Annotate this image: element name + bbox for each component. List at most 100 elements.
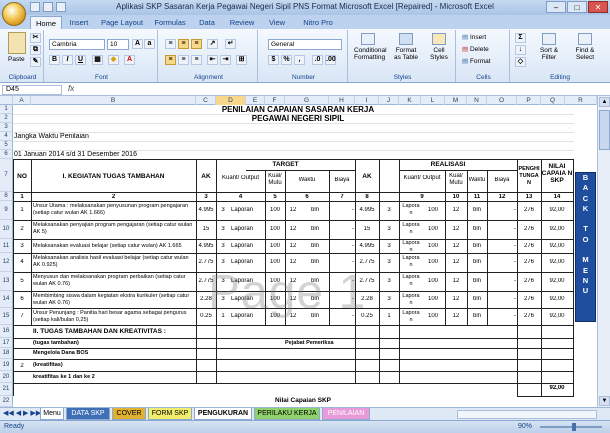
row-header[interactable]: 14 <box>0 291 13 308</box>
align-right-icon[interactable]: ≡ <box>191 55 202 65</box>
name-box[interactable]: D45 <box>2 85 62 95</box>
align-middle-icon[interactable]: ≡ <box>178 39 189 49</box>
orientation-icon[interactable]: ↗ <box>207 39 218 49</box>
column-header[interactable]: A <box>13 96 31 105</box>
zoom-slider-thumb[interactable] <box>572 423 576 431</box>
row-header[interactable]: 15 <box>0 308 13 325</box>
borders-icon[interactable]: ▦ <box>92 55 103 65</box>
row-header[interactable]: 8 <box>0 192 13 201</box>
row-header[interactable]: 12 <box>0 253 13 272</box>
delete-cells-button[interactable]: ▤ Delete <box>462 45 489 53</box>
row-header[interactable]: 18 <box>0 348 13 359</box>
fx-icon[interactable]: fx <box>68 84 74 93</box>
tab-insert[interactable]: Insert <box>64 16 94 29</box>
sheet-tab-form-skp[interactable]: FORM SKP <box>148 408 192 420</box>
column-header[interactable]: N <box>467 96 487 105</box>
increase-decimal-icon[interactable]: .0 <box>312 55 323 65</box>
row-header[interactable]: 11 <box>0 239 13 253</box>
column-header[interactable]: D <box>216 96 246 105</box>
number-format-select[interactable]: General <box>268 39 342 50</box>
percent-icon[interactable]: % <box>281 55 292 65</box>
align-center-icon[interactable]: ≡ <box>178 55 189 65</box>
row-header[interactable]: 1 <box>0 105 13 114</box>
zoom-slider[interactable] <box>540 426 602 428</box>
maximize-button[interactable]: □ <box>567 1 587 13</box>
sort-filter-button[interactable]: Sort & Filter <box>534 33 564 61</box>
tab-nitro-pro[interactable]: Nitro Pro <box>294 16 342 29</box>
shrink-font-icon[interactable]: a <box>144 39 155 49</box>
paste-button[interactable]: Paste <box>8 56 25 63</box>
column-header[interactable]: H <box>329 96 355 105</box>
currency-icon[interactable]: $ <box>268 55 279 65</box>
row-header[interactable]: 20 <box>0 371 13 383</box>
cut-icon[interactable]: ✂ <box>30 33 41 43</box>
row-header[interactable]: 16 <box>0 325 13 338</box>
row-header[interactable]: 9 <box>0 201 13 220</box>
align-bottom-icon[interactable]: ≡ <box>191 39 202 49</box>
column-header[interactable]: B <box>31 96 196 105</box>
grow-font-icon[interactable]: A <box>132 39 143 49</box>
row-header[interactable]: 4 <box>0 132 13 141</box>
wrap-text-icon[interactable]: ↵ <box>225 39 236 49</box>
close-button[interactable]: ✕ <box>588 1 608 13</box>
font-size-select[interactable]: 10 <box>107 39 129 50</box>
bold-icon[interactable]: B <box>49 55 60 65</box>
format-cells-button[interactable]: ▤ Format <box>462 57 491 65</box>
row-header[interactable]: 22 <box>0 396 13 407</box>
row-header[interactable]: 6 <box>0 150 13 159</box>
column-header[interactable]: Q <box>541 96 565 105</box>
decrease-indent-icon[interactable]: ⇤ <box>207 55 218 65</box>
column-header[interactable]: G <box>285 96 329 105</box>
increase-indent-icon[interactable]: ⇥ <box>220 55 231 65</box>
scroll-thumb[interactable] <box>599 110 610 150</box>
column-header[interactable]: F <box>265 96 285 105</box>
row-header[interactable]: 3 <box>0 123 13 132</box>
conditional-formatting-button[interactable]: Conditional Formatting <box>354 33 387 67</box>
column-header[interactable]: I <box>355 96 379 105</box>
scroll-up-icon[interactable]: ▲ <box>599 97 610 107</box>
tab-home[interactable]: Home <box>30 16 62 29</box>
underline-icon[interactable]: U <box>75 55 86 65</box>
font-name-select[interactable]: Cambria <box>49 39 105 50</box>
align-top-icon[interactable]: ≡ <box>165 39 176 49</box>
sheet-tab-cover[interactable]: COVER <box>112 408 146 420</box>
autosum-icon[interactable]: Σ <box>515 33 526 43</box>
paste-icon[interactable] <box>8 32 26 54</box>
row-header[interactable]: 13 <box>0 272 13 291</box>
office-button[interactable] <box>2 2 26 26</box>
sheet-tab-perilaku-kerja[interactable]: PERILAKU KERJA <box>254 408 320 420</box>
clear-icon[interactable]: ◇ <box>515 57 526 67</box>
column-header[interactable]: L <box>421 96 445 105</box>
tab-data[interactable]: Data <box>192 16 222 29</box>
find-select-button[interactable]: Find & Select <box>568 33 602 61</box>
tab-page-layout[interactable]: Page Layout <box>96 16 148 29</box>
minimize-button[interactable]: – <box>546 1 566 13</box>
worksheet[interactable]: PENILAIAN CAPAIAN SASARAN KERJA PEGAWAI … <box>13 105 574 407</box>
column-header[interactable]: R <box>565 96 597 105</box>
horizontal-scrollbar[interactable] <box>457 410 597 419</box>
decrease-decimal-icon[interactable]: .00 <box>325 55 336 65</box>
row-header[interactable]: 19 <box>0 359 13 371</box>
comma-icon[interactable]: , <box>294 55 305 65</box>
sheet-tab-data-skp[interactable]: DATA SKP <box>66 408 110 420</box>
zoom-level[interactable]: 90% <box>518 423 532 430</box>
insert-cells-button[interactable]: ▤ Insert <box>462 33 486 41</box>
back-to-menu-button[interactable]: B A C K T O M E N U <box>575 172 596 322</box>
sheet-tab-menu[interactable]: Menu <box>40 408 64 420</box>
sheet-tab-penilaian[interactable]: PENILAIAN <box>322 408 370 420</box>
italic-icon[interactable]: I <box>62 55 73 65</box>
cell-styles-button[interactable]: Cell Styles <box>426 33 452 67</box>
select-all-corner[interactable] <box>0 96 13 105</box>
column-header[interactable]: J <box>379 96 399 105</box>
column-header[interactable]: P <box>517 96 541 105</box>
row-header[interactable]: 2 <box>0 114 13 123</box>
scroll-down-icon[interactable]: ▼ <box>599 396 610 406</box>
tab-view[interactable]: View <box>262 16 292 29</box>
font-color-icon[interactable]: A <box>124 55 135 65</box>
row-header[interactable]: 21 <box>0 383 13 396</box>
column-header[interactable]: E <box>246 96 265 105</box>
row-header[interactable]: 10 <box>0 220 13 239</box>
row-header[interactable]: 17 <box>0 338 13 348</box>
align-left-icon[interactable]: ≡ <box>165 55 176 65</box>
column-header[interactable]: C <box>196 96 216 105</box>
